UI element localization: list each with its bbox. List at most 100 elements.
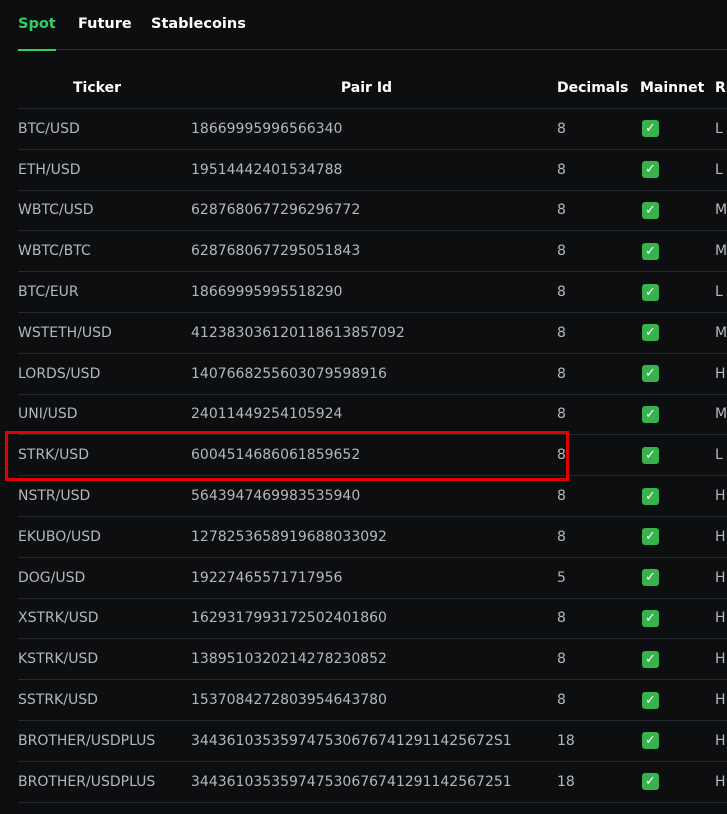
- table-row: LORDS/USD 1407668255603079598916 8 ✓ H: [18, 353, 727, 395]
- check-mark-icon: ✓: [642, 650, 659, 668]
- decimals-cell: 8: [557, 312, 640, 354]
- table-row: BTC/USD 18669995996566340 8 ✓ L: [18, 108, 727, 150]
- mainnet-cell: ✓: [640, 353, 715, 395]
- pair-id-cell: 1629317993172502401860: [191, 598, 557, 640]
- market-tabs: Spot Future Stablecoins: [18, 0, 727, 51]
- pair-id-cell: 19514442401534788: [191, 149, 557, 191]
- column-header-pair-id: Pair Id: [191, 68, 557, 109]
- table-row: NSTR/USD 5643947469983535940 8 ✓ H: [18, 475, 727, 517]
- check-mark-icon: ✓: [642, 732, 659, 750]
- decimals-cell: 8: [557, 394, 640, 436]
- pair-id-cell: 1278253658919688033092: [191, 516, 557, 558]
- table-row: WSTETH/USD 412383036120118613857092 8 ✓ M: [18, 312, 727, 354]
- table-row: BROTHER/USDPLUS 3443610353597475306767412…: [18, 761, 727, 803]
- check-mark-icon: ✓: [642, 161, 659, 179]
- decimals-cell: 18: [557, 761, 640, 803]
- pair-id-cell: 6287680677296296772: [191, 190, 557, 232]
- ticker-cell: BROTHER/USDPLUS: [18, 761, 191, 803]
- tab-stablecoins[interactable]: Stablecoins: [151, 16, 246, 32]
- ticker-cell: LORDS/USD: [18, 353, 191, 395]
- ticker-cell: BTC/EUR: [18, 271, 191, 313]
- check-mark-icon: ✓: [642, 324, 659, 342]
- risk-cell: H: [715, 598, 727, 640]
- tab-spot[interactable]: Spot: [18, 16, 56, 51]
- pair-id-cell: 19227465571717956: [191, 557, 557, 599]
- mainnet-cell: ✓: [640, 271, 715, 313]
- check-mark-icon: ✓: [642, 365, 659, 383]
- pair-id-cell: 24011449254105924: [191, 394, 557, 436]
- risk-cell: M: [715, 312, 727, 354]
- risk-cell: L: [715, 108, 727, 150]
- check-mark-icon: ✓: [642, 201, 659, 219]
- risk-cell: H: [715, 679, 727, 721]
- pair-id-cell: 412383036120118613857092: [191, 312, 557, 354]
- mainnet-cell: ✓: [640, 394, 715, 436]
- check-mark-icon: ✓: [642, 528, 659, 546]
- mainnet-cell: ✓: [640, 720, 715, 762]
- pair-id-cell: 3443610353597475306767412911425672S1: [191, 720, 557, 762]
- check-mark-icon: ✓: [642, 487, 659, 505]
- ticker-cell: XSTRK/USD: [18, 598, 191, 640]
- decimals-cell: 18: [557, 720, 640, 762]
- pair-id-cell: 18669995996566340: [191, 108, 557, 150]
- risk-cell: H: [715, 353, 727, 395]
- check-mark-icon: ✓: [642, 446, 659, 464]
- ticker-cell: KSTRK/USD: [18, 638, 191, 681]
- pair-id-cell: 6004514686061859652: [191, 434, 557, 477]
- risk-cell: H: [715, 475, 727, 517]
- mainnet-cell: ✓: [640, 434, 715, 477]
- mainnet-cell: ✓: [640, 598, 715, 640]
- risk-cell: H: [715, 557, 727, 599]
- ticker-cell: EKUBO/USD: [18, 516, 191, 558]
- mainnet-cell: ✓: [640, 190, 715, 232]
- decimals-cell: 8: [557, 516, 640, 558]
- pair-id-cell: 344361035359747530676741291142567251: [191, 761, 557, 803]
- mainnet-cell: ✓: [640, 516, 715, 558]
- column-header-risk: Risk: [715, 68, 727, 109]
- decimals-cell: 8: [557, 434, 640, 477]
- risk-cell: M: [715, 394, 727, 436]
- decimals-cell: 8: [557, 271, 640, 313]
- table-row: WBTC/BTC 6287680677295051843 8 ✓ M: [18, 230, 727, 273]
- pair-id-cell: 5643947469983535940: [191, 475, 557, 517]
- column-header-ticker: Ticker: [18, 68, 191, 109]
- ticker-cell: WSTETH/USD: [18, 312, 191, 354]
- risk-cell: H: [715, 516, 727, 558]
- table-row: BROTHER/USDPLUS 3443610353597475306767412…: [18, 720, 727, 762]
- ticker-cell: SSTRK/USD: [18, 679, 191, 721]
- mainnet-cell: ✓: [640, 312, 715, 354]
- check-mark-icon: ✓: [642, 120, 659, 138]
- mainnet-cell: ✓: [640, 475, 715, 517]
- decimals-cell: 8: [557, 149, 640, 191]
- table-row: BTC/EUR 18669995995518290 8 ✓ L: [18, 271, 727, 313]
- table-row: UNI/USD 24011449254105924 8 ✓ M: [18, 394, 727, 436]
- mainnet-cell: ✓: [640, 108, 715, 150]
- ticker-cell: BTC/USD: [18, 108, 191, 150]
- table-row: DOG/USD 19227465571717956 5 ✓ H: [18, 557, 727, 599]
- table-row-highlighted: STRK/USD 6004514686061859652 8 ✓ L: [18, 434, 727, 477]
- ticker-cell: STRK/USD: [18, 434, 191, 477]
- decimals-cell: 8: [557, 353, 640, 395]
- decimals-cell: 5: [557, 557, 640, 599]
- ticker-cell: ETH/USD: [18, 149, 191, 191]
- mainnet-cell: ✓: [640, 679, 715, 721]
- decimals-cell: 8: [557, 475, 640, 517]
- column-header-decimals: Decimals: [557, 68, 640, 109]
- table-row: KSTRK/USD 1389510320214278230852 8 ✓ H: [18, 638, 727, 681]
- mainnet-cell: ✓: [640, 149, 715, 191]
- decimals-cell: 8: [557, 108, 640, 150]
- table-row: WBTC/USD 6287680677296296772 8 ✓ M: [18, 190, 727, 232]
- check-mark-icon: ✓: [642, 283, 659, 301]
- check-mark-icon: ✓: [642, 773, 659, 791]
- decimals-cell: 8: [557, 679, 640, 721]
- pair-id-cell: 1389510320214278230852: [191, 638, 557, 681]
- decimals-cell: 8: [557, 598, 640, 640]
- mainnet-cell: ✓: [640, 638, 715, 681]
- risk-cell: L: [715, 149, 727, 191]
- tab-future[interactable]: Future: [78, 16, 132, 32]
- pair-id-cell: 1407668255603079598916: [191, 353, 557, 395]
- table-row: ETH/USD 19514442401534788 8 ✓ L: [18, 149, 727, 191]
- pairs-table: Ticker Pair Id Decimals Mainnet Risk BTC…: [18, 68, 727, 803]
- pair-id-cell: 1537084272803954643780: [191, 679, 557, 721]
- ticker-cell: NSTR/USD: [18, 475, 191, 517]
